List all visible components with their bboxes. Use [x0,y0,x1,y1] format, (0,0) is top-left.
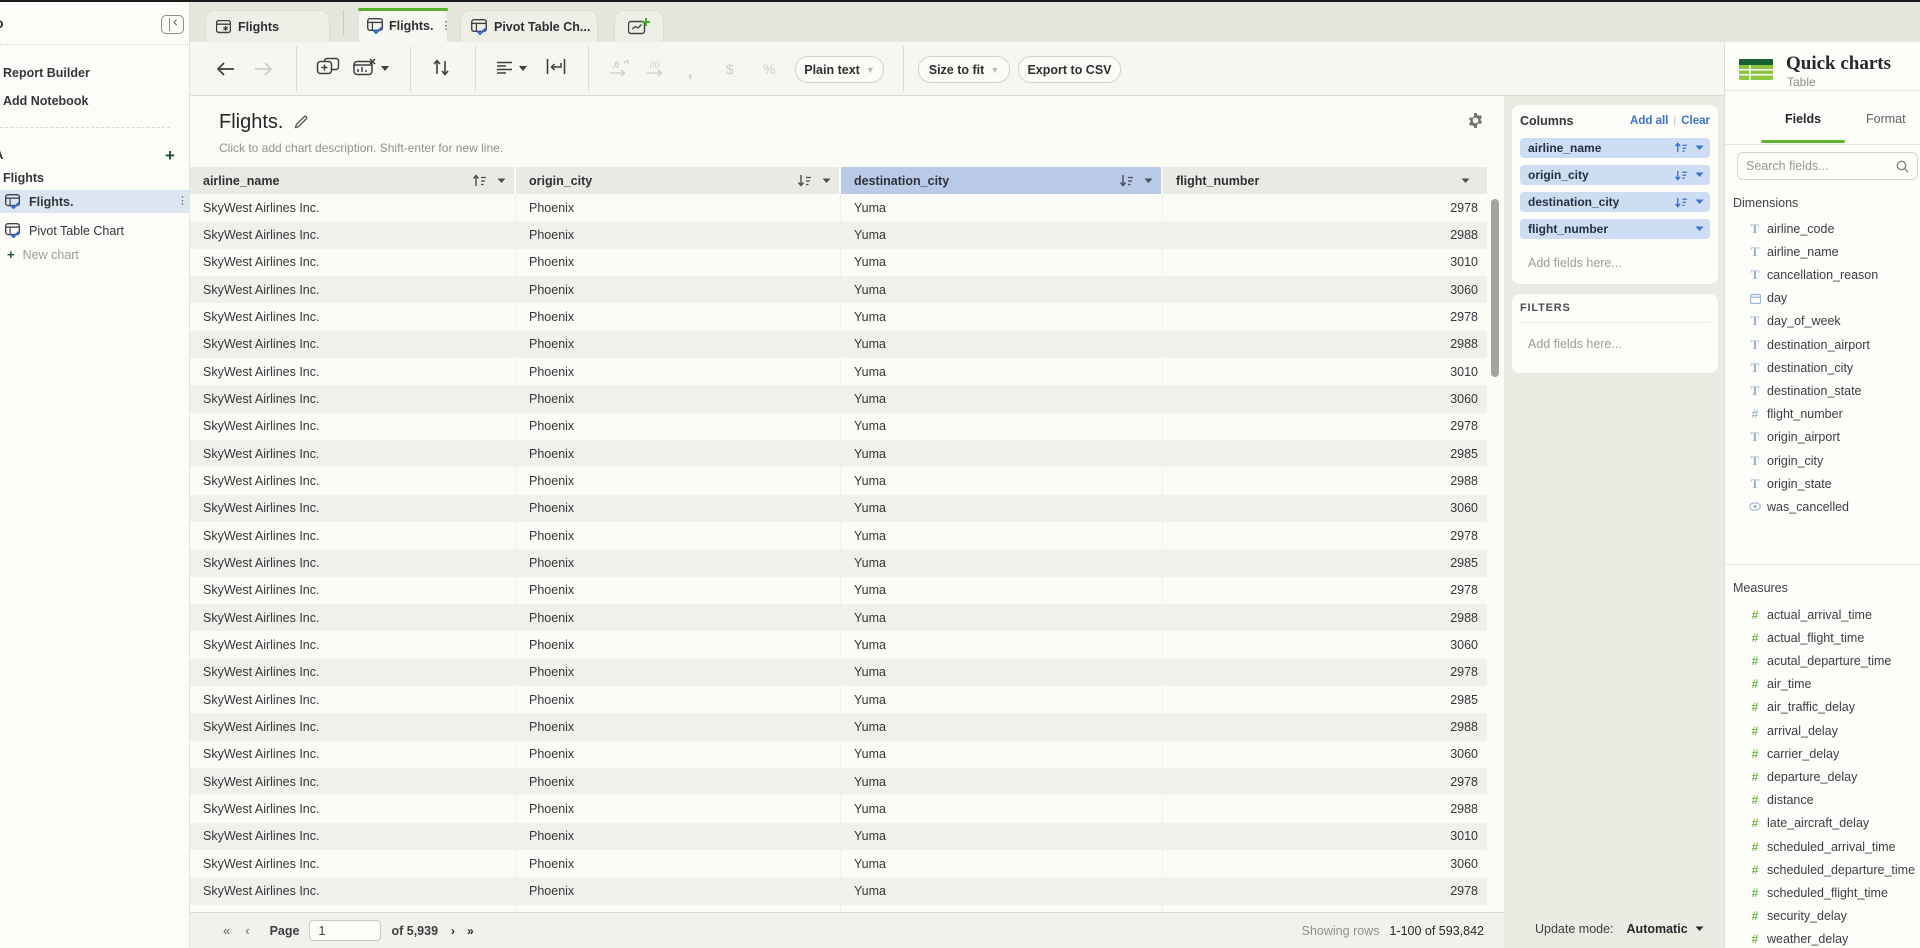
svg-text:.00: .00 [647,60,660,70]
svg-text:.0: .0 [612,60,620,70]
svg-text:✱: ✱ [223,25,229,33]
